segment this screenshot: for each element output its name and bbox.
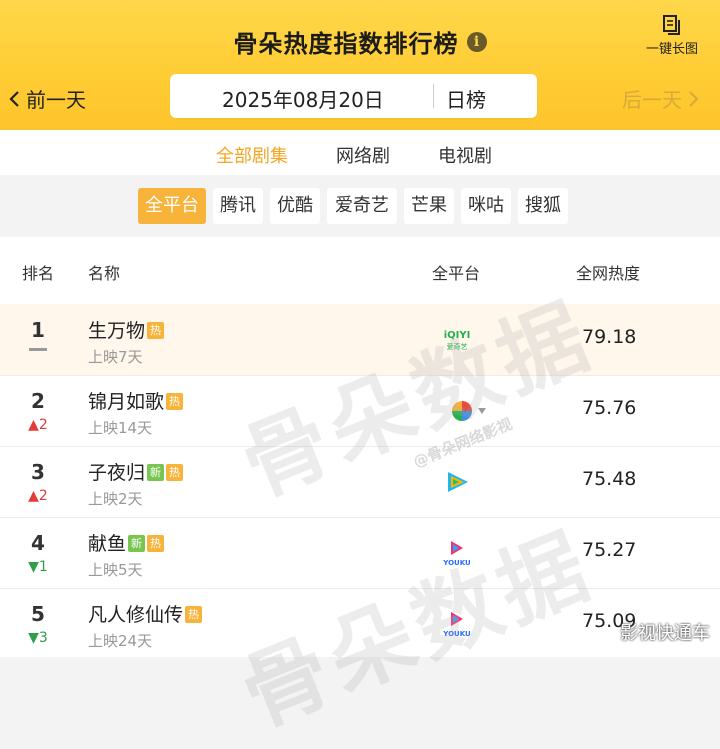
- days-on-air: 上映14天: [88, 419, 153, 437]
- new-badge: 新: [147, 464, 165, 481]
- show-title-text: 生万物: [88, 320, 146, 342]
- table-row[interactable]: 1 生万物热 上映7天 iQIYI 爱奇艺 79.18: [0, 304, 720, 376]
- show-title[interactable]: 凡人修仙传热: [88, 600, 203, 627]
- tab-tv-series[interactable]: 电视剧: [438, 142, 492, 168]
- platform-filter: 全平台 腾讯 优酷 爱奇艺 芒果 咪咕 搜狐: [0, 175, 720, 237]
- platform-chip-iqiyi[interactable]: 爱奇艺: [327, 188, 397, 224]
- rank-number: 4: [31, 531, 45, 555]
- date-value[interactable]: 2025年08月20日: [222, 84, 384, 113]
- next-day-button[interactable]: 后一天: [622, 84, 700, 113]
- show-title-text: 凡人修仙传: [88, 604, 184, 626]
- iqiyi-logo-text: iQIYI: [444, 330, 471, 341]
- hot-badge: 热: [185, 606, 203, 623]
- platform-chip-all[interactable]: 全平台: [138, 188, 206, 224]
- table-row[interactable]: 3 ▲2 子夜归新热 上映2天 75.48: [0, 446, 720, 518]
- info-icon[interactable]: i: [466, 31, 487, 52]
- rank-change-value: 2: [38, 417, 48, 433]
- rank-change: ▼3: [18, 630, 58, 646]
- iqiyi-logo-icon: iQIYI 爱奇艺: [444, 330, 471, 351]
- new-badge: 新: [128, 535, 146, 552]
- show-title[interactable]: 献鱼新热: [88, 529, 165, 556]
- chevron-left-icon: [9, 91, 19, 107]
- header-heat: 全网热度: [576, 264, 641, 283]
- show-title[interactable]: 锦月如歌热: [88, 387, 184, 414]
- platform-chip-migu[interactable]: 咪咕: [461, 188, 511, 224]
- days-on-air: 上映24天: [88, 632, 153, 650]
- rank-unchanged-icon: [29, 348, 47, 351]
- heat-value: 75.48: [582, 468, 637, 490]
- platform-chip-youku[interactable]: 优酷: [270, 188, 320, 224]
- next-day-label: 后一天: [622, 88, 682, 112]
- document-icon: [663, 15, 680, 35]
- prev-day-label: 前一天: [26, 88, 86, 112]
- header-name: 名称: [88, 264, 121, 283]
- youku-logo-icon: YOUKU: [442, 612, 471, 638]
- arrow-up-icon: ▲: [28, 417, 39, 433]
- chevron-right-icon: [689, 91, 699, 107]
- hot-badge: 热: [147, 322, 165, 339]
- iqiyi-logo-subtext: 爱奇艺: [447, 342, 468, 351]
- prev-day-button[interactable]: 前一天: [8, 84, 86, 113]
- tab-all-series[interactable]: 全部剧集: [216, 142, 288, 168]
- show-title-text: 献鱼: [88, 533, 127, 555]
- show-title[interactable]: 子夜归新热: [88, 458, 184, 485]
- table-header: 排名 名称 全平台 全网热度: [0, 237, 720, 305]
- page-title: 骨朵热度指数排行榜: [233, 30, 459, 58]
- rank-number: 3: [31, 460, 45, 484]
- arrow-down-icon: ▼: [28, 630, 39, 646]
- hot-badge: 热: [166, 393, 184, 410]
- youku-logo-icon: YOUKU: [442, 541, 471, 567]
- arrow-up-icon: ▲: [28, 488, 39, 504]
- rank-change: ▼1: [18, 559, 58, 575]
- title-row: 骨朵热度指数排行榜 i: [0, 24, 720, 59]
- heat-value: 79.18: [582, 326, 637, 348]
- ranking-table: 排名 名称 全平台 全网热度 1 生万物热 上映7天 iQIYI 爱奇艺 79.…: [0, 237, 720, 657]
- days-on-air: 上映5天: [88, 561, 143, 579]
- date-selector[interactable]: 2025年08月20日 日榜: [170, 74, 537, 118]
- rank-change: ▲2: [18, 488, 58, 504]
- show-title[interactable]: 生万物热: [88, 316, 165, 343]
- date-divider: [433, 84, 434, 108]
- rank-change-value: 2: [38, 488, 48, 504]
- table-row[interactable]: 4 ▼1 献鱼新热 上映5天 YOUKU 75.27: [0, 517, 720, 589]
- multi-platform-icon[interactable]: [444, 397, 490, 425]
- youku-logo-text: YOUKU: [442, 630, 471, 638]
- rank-number: 2: [31, 389, 45, 413]
- rank-number: 5: [31, 602, 45, 626]
- category-tabs: 全部剧集 网络剧 电视剧: [0, 130, 720, 175]
- long-image-button[interactable]: 一键长图: [640, 14, 704, 57]
- tencent-video-logo-icon: [448, 472, 468, 492]
- table-row[interactable]: 5 ▼3 凡人修仙传热 上映24天 YOUKU 75.09: [0, 588, 720, 657]
- platform-chip-tencent[interactable]: 腾讯: [213, 188, 263, 224]
- table-row[interactable]: 2 ▲2 锦月如歌热 上映14天 75.76: [0, 375, 720, 447]
- header-platform: 全平台: [432, 264, 481, 283]
- hot-badge: 热: [166, 464, 184, 481]
- header-bar: 骨朵热度指数排行榜 i 一键长图 前一天 2025年08月20日 日榜 后一天: [0, 0, 720, 130]
- rank-change-value: 3: [38, 630, 48, 646]
- header-rank: 排名: [22, 264, 55, 283]
- days-on-air: 上映2天: [88, 490, 143, 508]
- long-image-label: 一键长图: [645, 42, 698, 57]
- show-title-text: 子夜归: [88, 462, 146, 484]
- heat-value: 75.27: [582, 539, 637, 561]
- days-on-air: 上映7天: [88, 348, 143, 366]
- platform-chip-mango[interactable]: 芒果: [404, 188, 454, 224]
- rank-number: 1: [31, 318, 45, 342]
- youku-logo-text: YOUKU: [442, 559, 471, 567]
- dropdown-triangle-icon: [478, 408, 486, 414]
- platform-chip-sohu[interactable]: 搜狐: [518, 188, 568, 224]
- chart-range-selector[interactable]: 日榜: [446, 84, 486, 113]
- rank-change-value: 1: [38, 559, 48, 575]
- hot-badge: 热: [147, 535, 165, 552]
- corner-watermark: 影视快通车: [620, 623, 710, 644]
- show-title-text: 锦月如歌: [88, 391, 165, 413]
- arrow-down-icon: ▼: [28, 559, 39, 575]
- tab-web-series[interactable]: 网络剧: [336, 142, 390, 168]
- heat-value: 75.76: [582, 397, 637, 419]
- rank-change: ▲2: [18, 417, 58, 433]
